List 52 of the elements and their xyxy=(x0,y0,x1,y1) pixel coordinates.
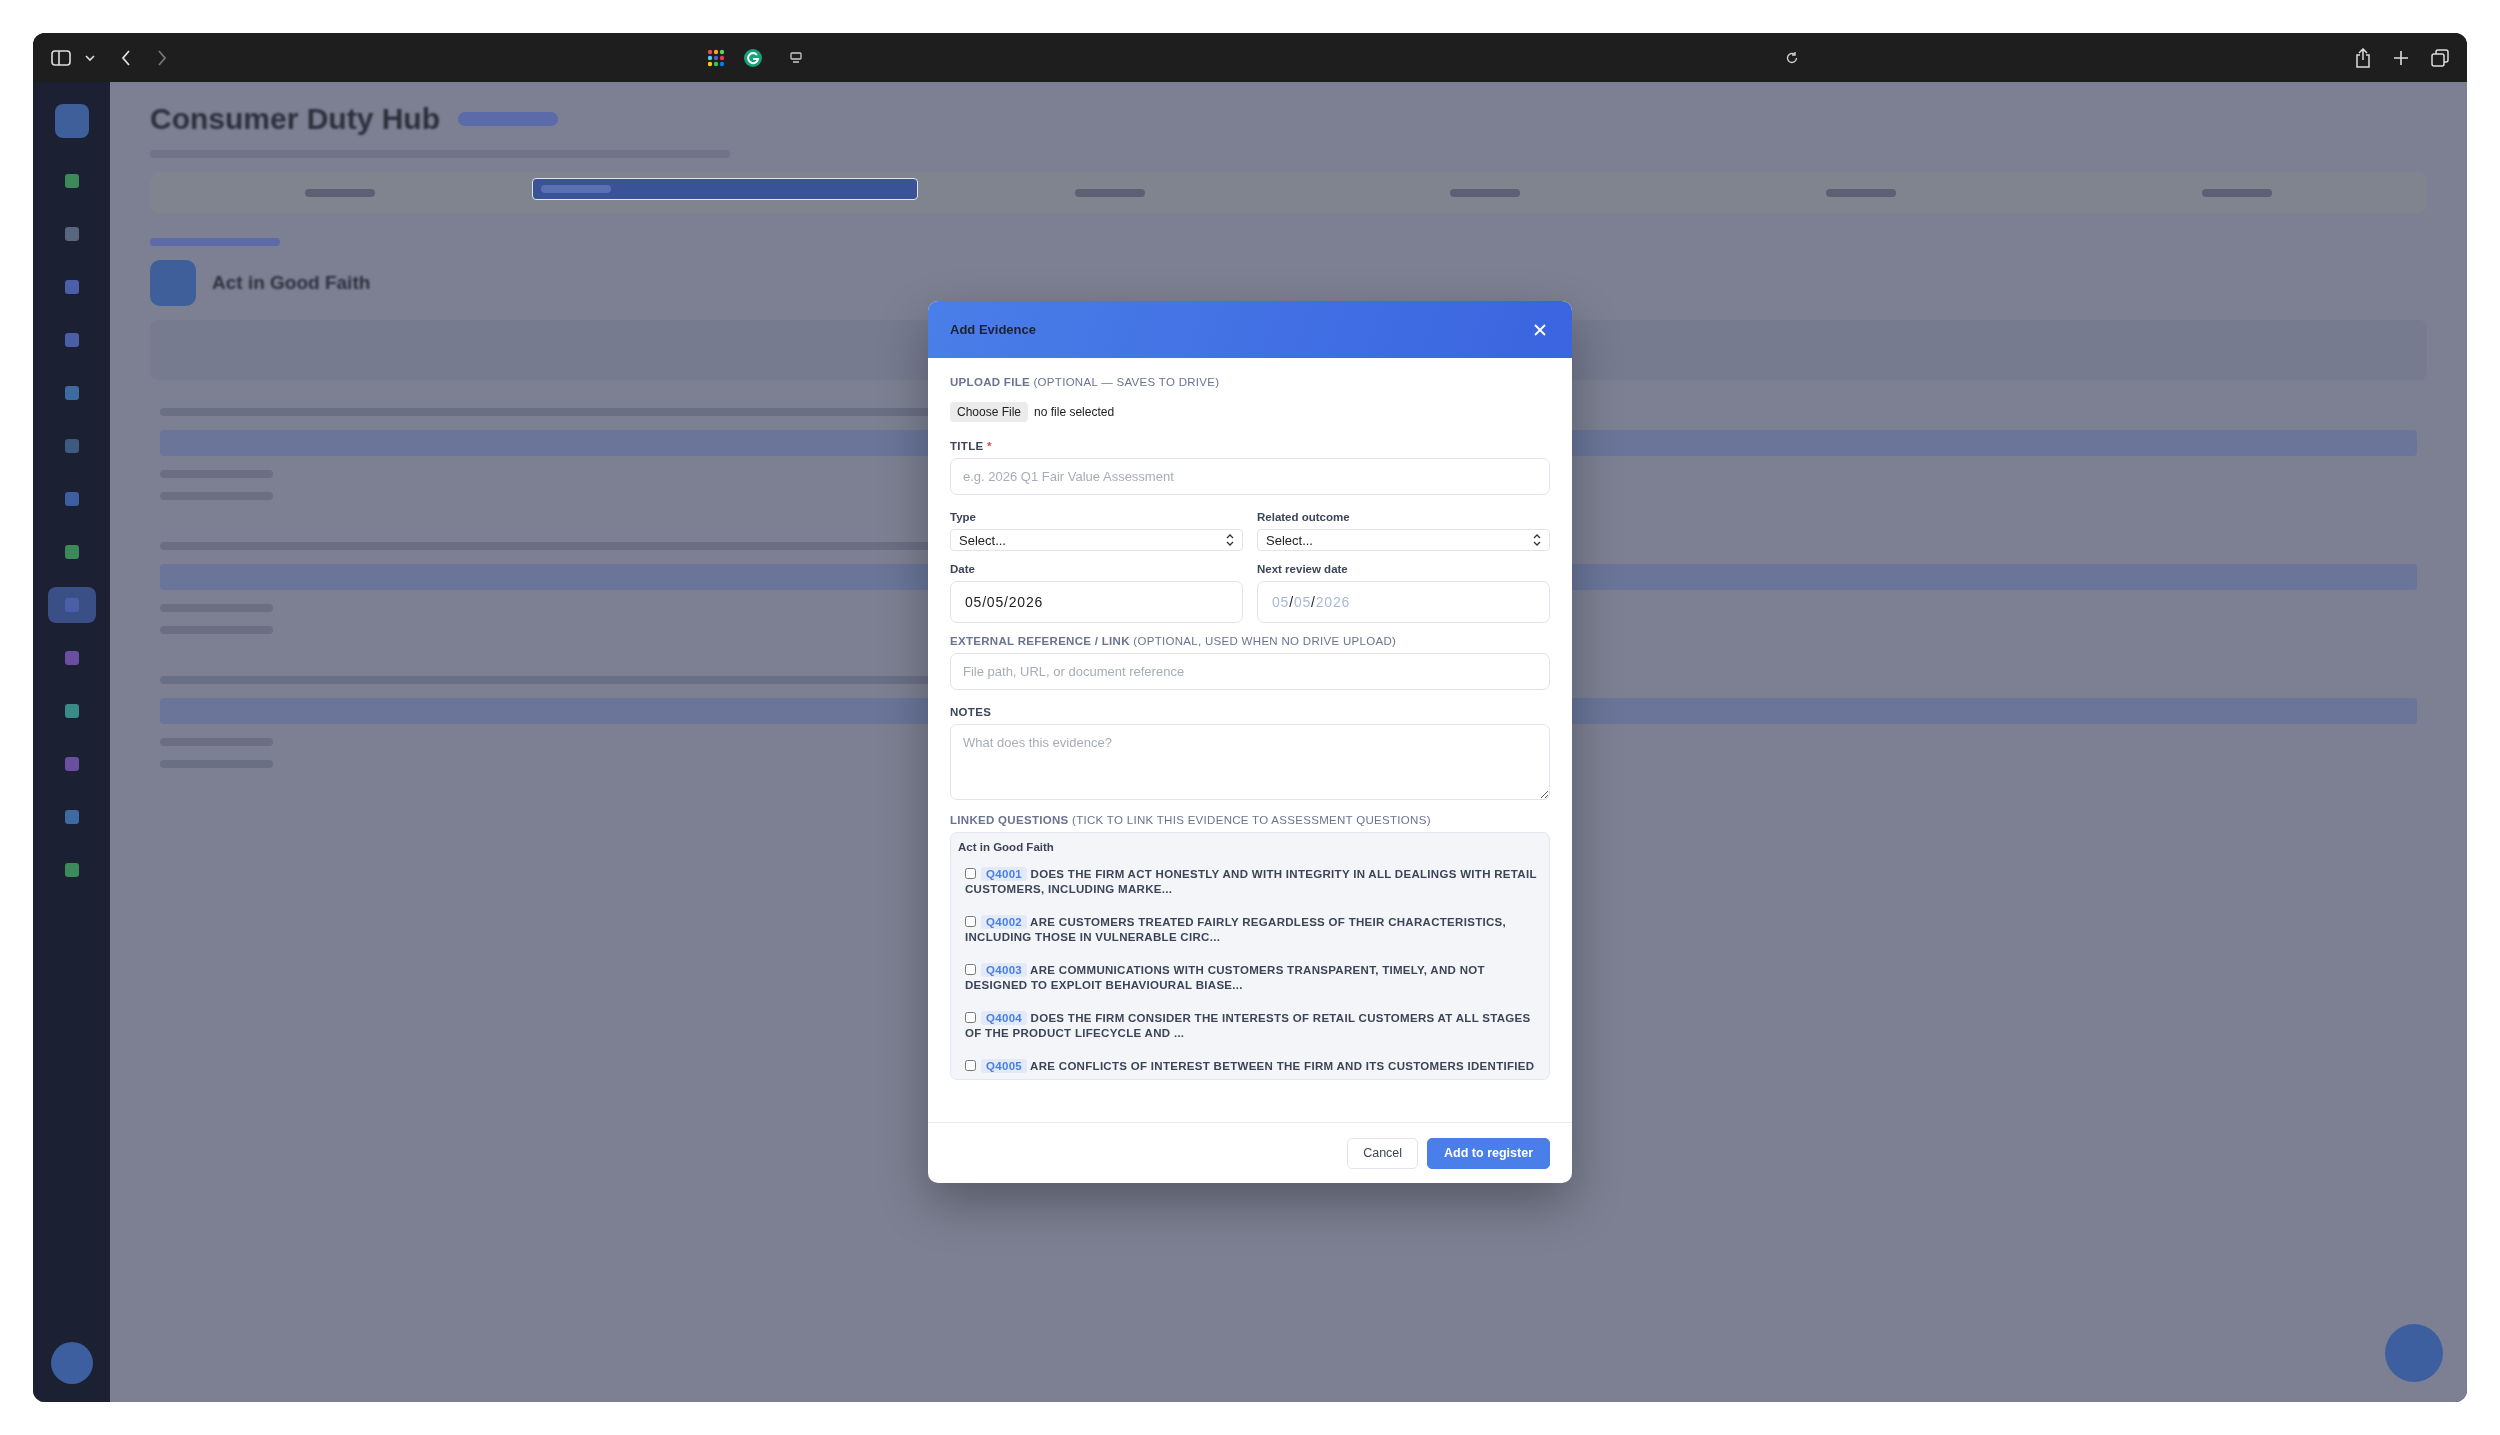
chevron-down-icon[interactable] xyxy=(85,53,95,62)
file-status: no file selected xyxy=(1034,405,1115,419)
question-text: Q4003 ARE COMMUNICATIONS WITH CUSTOMERS TRANSPARENT, TIMELY, AND NOT DESIGNED TO EXPLOIT BEHAVIOURAL BIASE... xyxy=(965,963,1486,993)
notes-field[interactable]: What does this evidence? xyxy=(950,724,1550,800)
apps-grid-icon[interactable] xyxy=(707,48,725,67)
outcome-select[interactable]: Select... xyxy=(1257,529,1550,551)
field-label: Type xyxy=(950,511,977,523)
logo-icon xyxy=(54,104,89,138)
question-checkbox[interactable] xyxy=(965,916,976,927)
question-checkbox[interactable] xyxy=(965,868,976,879)
field-label: TITLE * xyxy=(950,440,993,452)
field-label: EXTERNAL REFERENCE / LINK (OPTIONAL, USED WHEN NO DRIVE UPLOAD) xyxy=(950,635,1398,647)
updown-icon xyxy=(1533,534,1541,546)
question-text: Q4004 DOES THE FIRM CONSIDER THE INTERESTS OF RETAIL CUSTOMERS AT ALL STAGES OF THE PRODUCT LIFECYCLE AND ... xyxy=(965,1011,1532,1041)
type-select[interactable]: Select... xyxy=(950,529,1243,551)
group-title: Act in Good Faith xyxy=(958,841,1055,853)
app-title: Consumer Duty Hub xyxy=(150,102,440,136)
field-label: Related outcome xyxy=(1257,511,1351,523)
cancel-button[interactable]: Cancel xyxy=(1347,1137,1419,1169)
add-button[interactable]: Add to register xyxy=(1427,1137,1550,1169)
question-checkbox[interactable] xyxy=(965,964,976,975)
question-checkbox[interactable] xyxy=(965,1012,976,1023)
tab[interactable] xyxy=(531,178,918,200)
forward-icon[interactable] xyxy=(157,49,167,66)
avatar-icon[interactable] xyxy=(50,1342,93,1384)
dialog-title: Add Evidence xyxy=(950,322,1036,337)
section-title: Act in Good Faith xyxy=(212,272,371,294)
question-text: Q4001 DOES THE FIRM ACT HONESTLY AND WITH INTEGRITY IN ALL DEALINGS WITH RETAIL CUSTOMERS, INCLUDING MARKE... xyxy=(965,867,1538,897)
reference-field[interactable]: File path, URL, or document reference xyxy=(950,653,1550,690)
question-checkbox[interactable] xyxy=(965,1060,976,1071)
date-field[interactable]: 05/05/2026 xyxy=(950,581,1243,623)
field-label: Next review date xyxy=(1257,563,1349,575)
field-label: LINKED QUESTIONS (TICK TO LINK THIS EVIDENCE TO ASSESSMENT QUESTIONS) xyxy=(950,814,1432,826)
choose-file-button[interactable]: Choose File xyxy=(950,402,1029,422)
sidebar-icon[interactable] xyxy=(51,49,71,66)
tabs-icon[interactable] xyxy=(2431,48,2449,67)
sidebar-item[interactable] xyxy=(47,587,96,623)
title-field[interactable]: e.g. 2026 Q1 Fair Value Assessment xyxy=(950,458,1550,495)
plus-icon[interactable] xyxy=(2393,49,2409,66)
reload-icon[interactable] xyxy=(1785,50,1799,65)
share-icon[interactable] xyxy=(2355,47,2371,68)
field-label: Date xyxy=(950,563,976,575)
close-icon xyxy=(1534,323,1546,336)
question-text: Q4002 ARE CUSTOMERS TREATED FAIRLY REGARDLESS OF THEIR CHARACTERISTICS, INCLUDING THOSE IN VULNERABLE CIRC... xyxy=(965,915,1508,945)
section-icon xyxy=(150,260,196,306)
updown-icon xyxy=(1226,534,1234,546)
page-icon xyxy=(789,50,803,65)
extension-icon[interactable] xyxy=(743,47,763,68)
review-date-field[interactable]: 05/05/2026 xyxy=(1257,581,1550,623)
back-icon[interactable] xyxy=(121,49,131,66)
field-label: NOTES xyxy=(950,706,993,718)
field-label: UPLOAD FILE (OPTIONAL — SAVES TO DRIVE) xyxy=(950,376,1221,388)
